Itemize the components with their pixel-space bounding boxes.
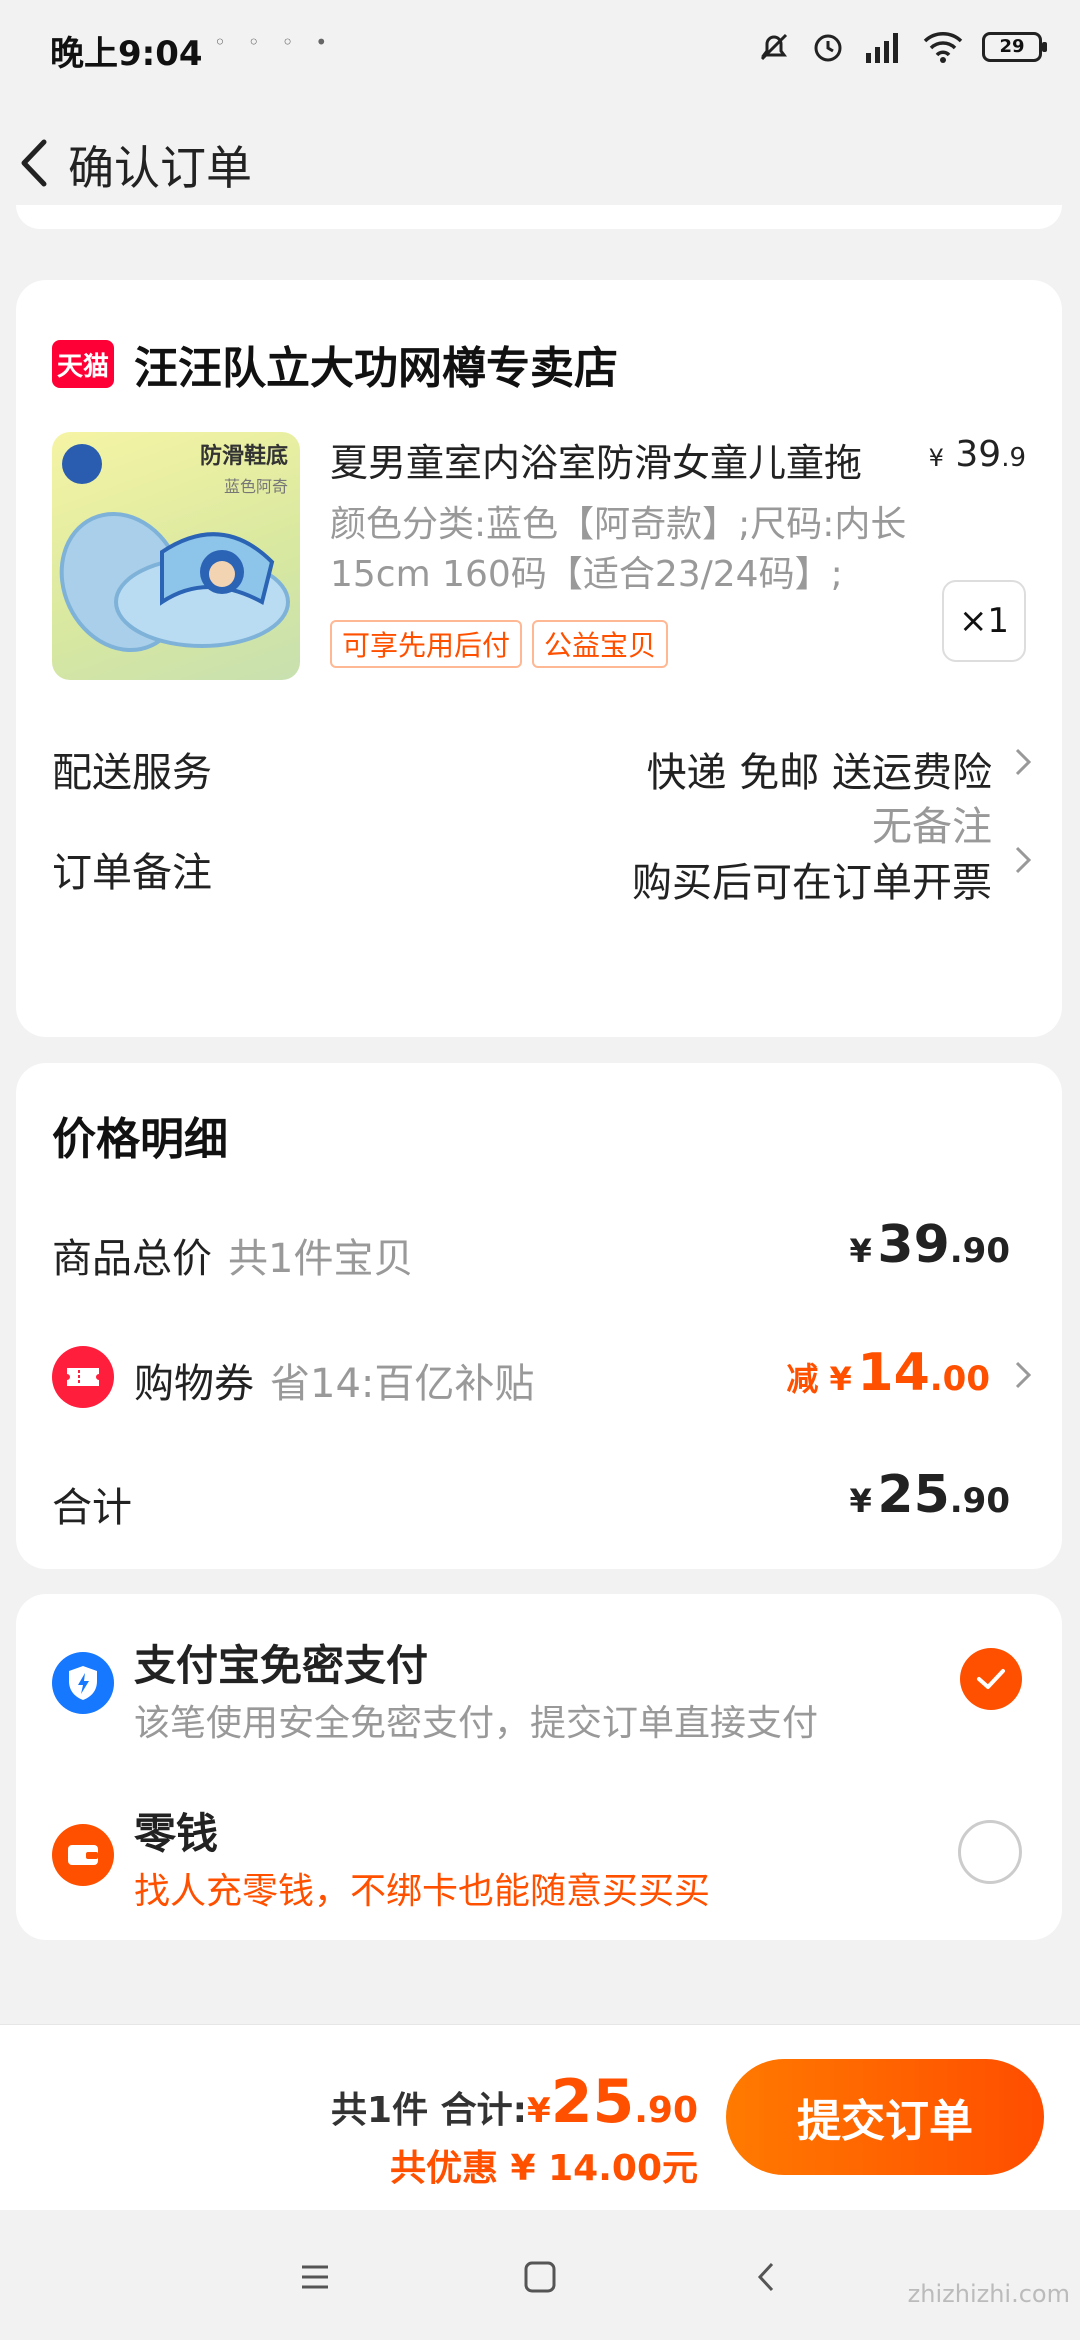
item-price: ¥ 39.9 <box>928 434 1026 475</box>
back-nav-icon[interactable] <box>742 2252 792 2302</box>
alipay-subtitle: 该笔使用安全免密支付，提交订单直接支付 <box>134 1703 819 1744</box>
wallet-icon <box>52 1824 114 1886</box>
chevron-right-icon <box>1015 1361 1032 1389</box>
total-summary: 共1件 合计:¥25.90 <box>331 2067 698 2137</box>
watermark: zhizhizhi.com <box>907 2280 1070 2308</box>
nav-bar: 确认订单 <box>0 110 1080 214</box>
radio-selected[interactable] <box>960 1648 1022 1710</box>
item-title[interactable]: 夏男童室内浴室防滑女童儿童拖 <box>330 432 930 487</box>
invoice-hint: 购买后可在订单开票 <box>632 860 992 906</box>
page-title: 确认订单 <box>68 141 252 195</box>
notification-icons: ◦◦◦• <box>214 30 350 54</box>
chevron-right-icon <box>1015 748 1032 776</box>
remark-value: 无备注 <box>872 804 992 850</box>
slipper-image <box>59 444 290 653</box>
order-card: 天猫 汪汪队立大功网樽专卖店 防滑鞋底 蓝色阿奇 夏男童室内浴室防滑女童儿童拖 … <box>16 280 1062 1037</box>
home-icon[interactable] <box>515 2252 565 2302</box>
item-tags: 可享先用后付 公益宝贝 <box>330 620 669 668</box>
status-icons: 29 <box>756 22 1047 72</box>
status-time: 晚上9:04 <box>50 34 203 74</box>
tmall-logo: 天猫 <box>52 340 114 388</box>
back-button[interactable] <box>10 128 70 198</box>
price-detail-card: 价格明细 商品总价 共1件宝贝 ¥ 39.90 购物券 省14:百亿补贴 减 ¥ 1… <box>16 1063 1062 1569</box>
address-card-edge <box>16 205 1062 229</box>
quantity-stepper[interactable]: ×1 <box>942 580 1026 662</box>
system-nav-bar <box>0 2210 1080 2340</box>
discount-summary: 共优惠 ¥ 14.00元 <box>390 2148 698 2189</box>
tag-charity: 公益宝贝 <box>532 620 669 668</box>
goods-total-amount: ¥ 39.90 <box>849 1215 1010 1275</box>
change-subtitle: 找人充零钱，不绑卡也能随意买买买 <box>134 1871 711 1912</box>
alarm-icon <box>814 34 842 62</box>
signal-icon <box>866 33 898 63</box>
chevron-left-icon <box>21 139 47 187</box>
item-sku[interactable]: 颜色分类:蓝色【阿奇款】;尺码:内长15cm 160码【适合23/24码】; <box>330 500 930 600</box>
product-thumbnail[interactable]: 防滑鞋底 蓝色阿奇 <box>52 432 300 680</box>
coupon-icon <box>52 1346 114 1408</box>
total-label: 合计 <box>52 1485 132 1531</box>
status-bar: 晚上9:04 ◦◦◦• 29 <box>0 0 1080 96</box>
remark-label: 订单备注 <box>52 850 212 896</box>
bottom-bar: 共1件 合计:¥25.90 共优惠 ¥ 14.00元 提交订单 <box>0 2024 1080 2211</box>
coupon-amount: 减 ¥ 14.00 <box>786 1343 990 1403</box>
price-detail-title: 价格明细 <box>52 1114 228 1165</box>
check-icon <box>977 1669 1005 1689</box>
submit-order-button[interactable]: 提交订单 <box>726 2059 1044 2175</box>
delivery-value: 快递 免邮 送运费险 <box>646 750 992 796</box>
radio-unselected[interactable] <box>958 1820 1022 1884</box>
alipay-title: 支付宝免密支付 <box>134 1641 429 1690</box>
chevron-right-icon <box>1015 846 1032 874</box>
wifi-icon <box>923 32 963 63</box>
mute-icon <box>760 33 788 61</box>
coupon-label: 购物券 省14:百亿补贴 <box>134 1361 535 1407</box>
menu-icon[interactable] <box>290 2252 340 2302</box>
store-name: 汪汪队立大功网樽专卖店 <box>134 343 618 394</box>
change-title: 零钱 <box>134 1809 219 1858</box>
battery-icon: 29 <box>982 32 1047 62</box>
store-header[interactable]: 天猫 汪汪队立大功网樽专卖店 <box>52 332 618 396</box>
alipay-shield-icon <box>52 1652 114 1714</box>
goods-total-label: 商品总价 共1件宝贝 <box>52 1236 414 1282</box>
tag-pay-later: 可享先用后付 <box>330 620 523 668</box>
payment-card: 支付宝免密支付 该笔使用安全免密支付，提交订单直接支付 零钱 找人充零钱，不绑卡… <box>16 1594 1062 1940</box>
delivery-label: 配送服务 <box>52 750 212 796</box>
total-amount: ¥ 25.90 <box>849 1465 1010 1525</box>
